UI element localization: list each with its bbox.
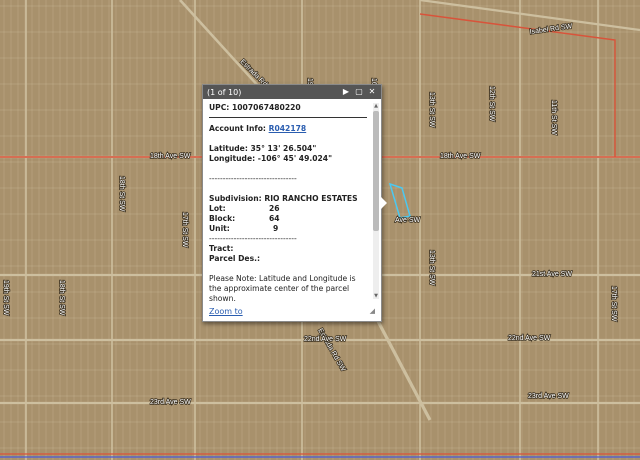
popup-titlebar: (1 of 10) ▶ ▢ ✕ [203, 85, 381, 99]
lot-row: Lot: 26 [209, 204, 369, 214]
road-label: 18th Ave SW [150, 153, 191, 160]
road-label: 23rd Ave SW [528, 393, 569, 400]
lat-long-note: Please Note: Latitude and Longitude is t… [209, 274, 356, 301]
road-label: 17th St SW [610, 286, 617, 322]
road-label: 19th St SW [2, 280, 9, 316]
road-label: 22nd Ave SW [304, 336, 347, 343]
unit-row: Unit: 9 [209, 224, 369, 234]
unit-value: 9 [273, 224, 279, 233]
road-label: 21st Ave SW [532, 271, 572, 278]
road-label: 18th Ave SW [440, 153, 481, 160]
latitude-text: Latitude: 35° 13' 26.504" [209, 144, 317, 153]
next-arrow-icon[interactable]: ▶ [341, 87, 351, 97]
dash-divider: -------------------------------- [209, 174, 297, 183]
road-label: 22nd Ave SW [508, 335, 551, 342]
popup-counter: (1 of 10) [207, 87, 242, 97]
popup-pointer-arrow [381, 197, 387, 209]
unit-label: Unit: [209, 224, 230, 233]
scroll-up-icon[interactable]: ▲ [373, 103, 379, 109]
subdivision-label: Subdivision: [209, 194, 262, 203]
tract-label: Tract: [209, 244, 234, 253]
resize-handle-icon[interactable]: ◢ [370, 307, 375, 315]
road-label: Ave SW [395, 217, 421, 224]
scroll-down-icon[interactable]: ▼ [373, 293, 379, 299]
popup-footer: Zoom to ◢ [209, 304, 375, 318]
block-row: Block: 64 [209, 214, 369, 224]
upc-text: UPC: 1007067480220 [209, 103, 301, 112]
road-label: 13th St SW [428, 92, 435, 128]
dash-divider-2: -------------------------------- [209, 234, 297, 243]
popup-content: UPC: 1007067480220 Account Info: R042178… [209, 103, 369, 301]
account-info-row: Account Info: R042178 [209, 124, 369, 134]
subdivision-row: Subdivision: RIO RANCHO ESTATES [209, 194, 369, 204]
account-info-link[interactable]: R042178 [269, 124, 307, 133]
account-info-label: Account Info: [209, 124, 266, 133]
block-label: Block: [209, 214, 236, 223]
road-label: 11th St SW [550, 100, 557, 135]
road-label: 18th St SW [118, 176, 125, 212]
close-icon[interactable]: ✕ [367, 87, 377, 97]
road-label: 17th St SW [181, 212, 188, 248]
block-value: 64 [269, 214, 280, 223]
subdivision-value: RIO RANCHO ESTATES [264, 194, 358, 203]
longitude-text: Longitude: -106° 45' 49.024" [209, 154, 333, 163]
lot-label: Lot: [209, 204, 226, 213]
road-label: 12th St SW [488, 86, 495, 122]
lot-value: 26 [269, 204, 280, 213]
divider [209, 117, 367, 118]
maximize-icon[interactable]: ▢ [354, 87, 364, 97]
zoom-to-link[interactable]: Zoom to [209, 307, 370, 316]
road-label: 23rd Ave SW [150, 399, 191, 406]
popup-scrollbar[interactable]: ▲ ▼ [373, 103, 379, 299]
scroll-thumb[interactable] [373, 111, 379, 231]
parcel-info-popup: (1 of 10) ▶ ▢ ✕ UPC: 1007067480220 Accou… [202, 84, 387, 322]
road-label: 13th St SW [428, 250, 435, 286]
road-label: 18th St SW [58, 280, 65, 316]
parcel-description-label: Parcel Des.: [209, 254, 261, 263]
